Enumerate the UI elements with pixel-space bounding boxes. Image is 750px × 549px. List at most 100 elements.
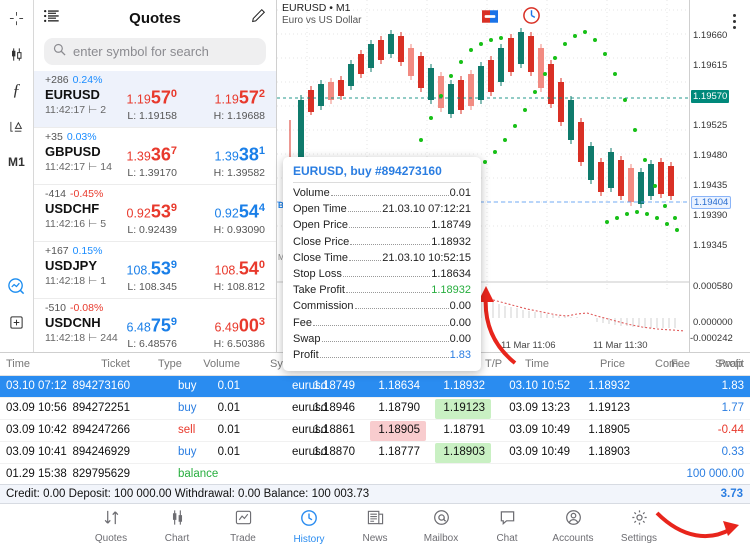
quote-ask: 6.49003H: 6.50386	[185, 312, 265, 350]
table-cell-cprice: 1.18932	[588, 380, 630, 392]
tooltip-key: Open Price	[293, 217, 348, 233]
axis-tick: 1.19480	[693, 150, 727, 161]
tooltip-dots	[346, 292, 430, 293]
gear-icon	[631, 509, 648, 531]
search-input[interactable]: enter symbol for search	[44, 38, 266, 65]
table-cell-price: 1.18749	[313, 380, 355, 392]
tooltip-value: 21.03.10 07:12:21	[382, 201, 471, 217]
nav-item-label: History	[293, 534, 324, 545]
tooltip-dots	[331, 195, 449, 196]
quote-row[interactable]: -414-0.45%USDCHF11:42:16⊢50.92539L: 0.92…	[34, 185, 276, 242]
nav-item-chat[interactable]: Chat	[483, 509, 531, 544]
objects-icon[interactable]	[0, 108, 34, 144]
account-summary-bar: Credit: 0.00 Deposit: 100 000.00 Withdra…	[0, 484, 750, 504]
indicators-icon[interactable]: ƒ	[0, 72, 34, 108]
tooltip-key: Close Time	[293, 250, 348, 266]
subwindow-tick: 0.000000	[693, 317, 733, 328]
table-row[interactable]: 03.10 07:12894273160buy0.01eurusd1.18749…	[0, 376, 750, 398]
nav-item-accounts[interactable]: Accounts	[549, 509, 597, 544]
table-body[interactable]: 03.10 07:12894273160buy0.01eurusd1.18749…	[0, 376, 750, 486]
trade-chart-icon	[235, 509, 252, 531]
table-row[interactable]: 01.29 15:38829795629balance100 000.00	[0, 464, 750, 486]
new-chart-icon[interactable]	[0, 304, 34, 340]
clock-history-icon	[300, 509, 318, 532]
table-column-header[interactable]: Type	[158, 358, 182, 370]
quote-row[interactable]: +350.03%GBPUSD11:42:17⊢141.39367L: 1.391…	[34, 128, 276, 185]
spread-icon: ⊢	[88, 160, 97, 174]
table-cell-ticket: 894247266	[72, 424, 130, 436]
trading-app-window: ƒ M1	[0, 0, 750, 549]
nav-item-history[interactable]: History	[285, 509, 333, 545]
tooltip-dots	[348, 211, 381, 212]
table-column-header[interactable]: Time	[525, 358, 549, 370]
quote-prices: 108.539L: 108.345108.540H: 108.812	[97, 255, 265, 293]
table-column-header[interactable]: Price	[600, 358, 625, 370]
clock-icon[interactable]	[522, 6, 541, 30]
table-cell-sl: 1.18777	[378, 446, 420, 458]
current-price-badge: 1.19570	[691, 90, 729, 103]
nav-item-trade[interactable]: Trade	[219, 509, 267, 544]
nav-item-news[interactable]: News	[351, 509, 399, 544]
tooltip-row: Swap0.00	[293, 331, 471, 347]
spread-icon: ⊢	[88, 103, 97, 117]
tooltip-key: Open Time	[293, 201, 347, 217]
quote-change-points: +167	[45, 245, 69, 257]
nav-item-label: Chart	[165, 533, 189, 544]
history-table[interactable]: TimeTicketTypeVolumeSymbolPriceS/LT/PTim…	[0, 352, 750, 484]
table-column-header[interactable]: T/P	[485, 358, 502, 370]
quote-prices: 1.39367L: 1.391701.39381H: 1.39582	[97, 141, 265, 179]
analytics-icon[interactable]	[0, 268, 34, 304]
nav-item-quotes[interactable]: Quotes	[87, 509, 135, 544]
quote-low: L: 6.48576	[97, 338, 177, 350]
quote-row[interactable]: +1670.15%USDJPY11:42:18⊢1108.539L: 108.3…	[34, 242, 276, 299]
quote-bid: 108.539L: 108.345	[97, 255, 177, 293]
price-axis: 1.19660 1.19615 1.19570 1.19525 1.19480 …	[689, 0, 750, 352]
tooltip-row: Volume0.01	[293, 185, 471, 201]
quote-row[interactable]: -510-0.08%USDCNH11:42:18⊢2446.48759L: 6.…	[34, 299, 276, 352]
tooltip-key: Swap	[293, 331, 321, 347]
quote-change-points: +286	[45, 74, 69, 86]
list-icon[interactable]	[44, 9, 60, 28]
table-column-header[interactable]: Profit	[718, 358, 744, 370]
table-row[interactable]: 03.09 10:41894246929buy0.01eurusd1.18870…	[0, 442, 750, 464]
quote-high: H: 6.50386	[185, 338, 265, 350]
person-circle-icon	[565, 509, 582, 531]
table-column-header[interactable]: Ticket	[101, 358, 130, 370]
pencil-icon[interactable]	[251, 8, 266, 28]
table-row[interactable]: 03.09 10:42894247266sell0.01eurusd1.1886…	[0, 420, 750, 442]
bottom-nav[interactable]: Quotes Chart Trade History News Mailbox Chat Ac…	[0, 504, 750, 549]
crosshair-icon[interactable]	[0, 0, 34, 36]
spread-icon: ⊢	[88, 274, 97, 288]
quote-low: L: 1.19158	[97, 110, 177, 122]
more-vertical-icon[interactable]	[733, 14, 736, 29]
table-cell-profit: -0.44	[718, 424, 744, 436]
nav-item-mailbox[interactable]: Mailbox	[417, 509, 465, 544]
timeframe-label[interactable]: M1	[0, 144, 34, 180]
candlestick-icon[interactable]	[0, 36, 34, 72]
account-summary-total: 3.73	[721, 488, 743, 500]
quotes-panel: Quotes enter symbol for search +2860.24%…	[34, 0, 277, 352]
table-cell-volume: 0.01	[218, 446, 240, 458]
table-cell-profit: 1.77	[722, 402, 744, 414]
quote-low: L: 108.345	[97, 281, 177, 293]
table-cell-cprice: 1.18905	[588, 424, 630, 436]
axis-tick: 1.19345	[693, 240, 727, 251]
nav-item-chart[interactable]: Chart	[153, 509, 201, 544]
quote-high: H: 1.19688	[185, 110, 265, 122]
table-column-header[interactable]: Fee	[671, 358, 690, 370]
tooltip-row: Open Time 21.03.10 07:12:21	[293, 201, 471, 217]
quotes-list[interactable]: +2860.24%EURUSD11:42:17⊢21.19570L: 1.191…	[34, 71, 276, 352]
table-row[interactable]: 03.09 10:56894272251buy0.01eurusd1.18946…	[0, 398, 750, 420]
tooltip-dots	[343, 276, 430, 277]
screenshot-icon[interactable]	[482, 10, 498, 28]
table-column-header[interactable]: Time	[6, 358, 30, 370]
nav-item-label: Accounts	[552, 533, 593, 544]
nav-item-settings[interactable]: Settings	[615, 509, 663, 544]
quote-row[interactable]: +2860.24%EURUSD11:42:17⊢21.19570L: 1.191…	[34, 71, 276, 128]
tooltip-row: Close Time21.03.10 10:52:15	[293, 250, 471, 266]
chart-header: EURUSD • M1 Euro vs US Dollar	[282, 2, 361, 27]
table-column-header[interactable]: Volume	[203, 358, 240, 370]
table-cell-tp: 1.18932	[443, 380, 485, 392]
table-cell-sl: 1.18905	[378, 424, 420, 436]
table-cell-type: buy	[178, 446, 197, 458]
